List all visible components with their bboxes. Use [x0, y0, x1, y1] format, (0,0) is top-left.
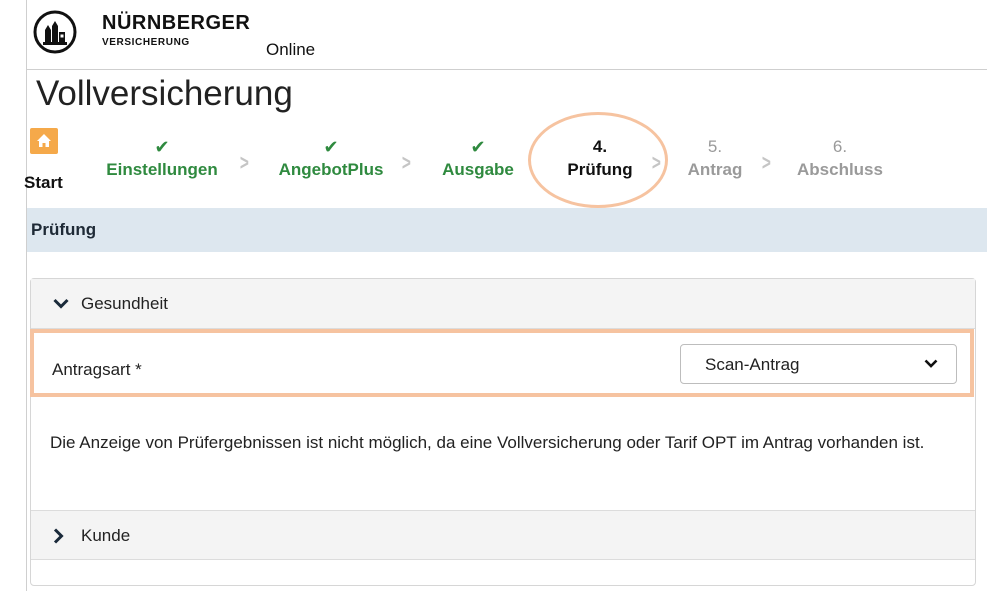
home-icon: [37, 134, 51, 147]
step-number: 6.: [832, 137, 848, 156]
accordion-kunde[interactable]: Kunde: [31, 510, 975, 560]
brand-name: NÜRNBERGER: [102, 12, 251, 34]
step-number: 5.: [707, 137, 723, 156]
chevron-down-icon: [53, 298, 69, 309]
nuernberger-logo-icon: [33, 10, 77, 54]
accordion-title: Kunde: [81, 526, 131, 545]
step-abschluss: 6. Abschluss: [790, 134, 890, 180]
step-antrag: 5. Antrag: [682, 134, 748, 180]
step-label: Antrag: [687, 160, 743, 179]
step-label: Ausgabe: [442, 160, 514, 179]
step-start-label[interactable]: Start: [24, 173, 63, 193]
check-icon: ✔: [154, 137, 170, 157]
brand-subtitle: VERSICHERUNG: [102, 37, 190, 48]
chevron-down-icon: [924, 359, 938, 368]
step-label: Abschluss: [797, 160, 883, 179]
chevron-right-icon: >: [239, 150, 249, 175]
step-angebotplus[interactable]: ✔ AngebotPlus: [268, 134, 394, 180]
chevron-right-icon: >: [401, 150, 411, 175]
step-einstellungen[interactable]: ✔ Einstellungen: [96, 134, 228, 180]
chevron-right-icon: [53, 528, 64, 544]
antragsart-label: Antragsart *: [52, 360, 142, 379]
start-home-button[interactable]: [30, 128, 58, 154]
section-title: Prüfung: [31, 220, 97, 239]
step-label: AngebotPlus: [278, 160, 384, 179]
check-icon: ✔: [470, 137, 486, 157]
check-icon: ✔: [323, 137, 339, 157]
step-highlight-circle: [528, 112, 668, 208]
online-label: Online: [266, 40, 316, 59]
accordion-gesundheit[interactable]: Gesundheit: [31, 279, 975, 329]
chevron-right-icon: >: [761, 150, 771, 175]
app-header: [26, 0, 987, 70]
antragsart-select[interactable]: Scan-Antrag: [680, 344, 957, 384]
page-title: Vollversicherung: [36, 74, 293, 113]
step-label: Einstellungen: [106, 160, 218, 179]
section-header: Prüfung: [27, 208, 987, 252]
select-value: Scan-Antrag: [705, 355, 800, 374]
antragsart-field-row: Antragsart * Scan-Antrag: [30, 329, 974, 397]
info-message: Die Anzeige von Prüfergebnissen ist nich…: [50, 433, 925, 452]
accordion-title: Gesundheit: [81, 294, 168, 313]
step-ausgabe[interactable]: ✔ Ausgabe: [434, 134, 522, 180]
chevron-right-icon: >: [651, 150, 661, 175]
